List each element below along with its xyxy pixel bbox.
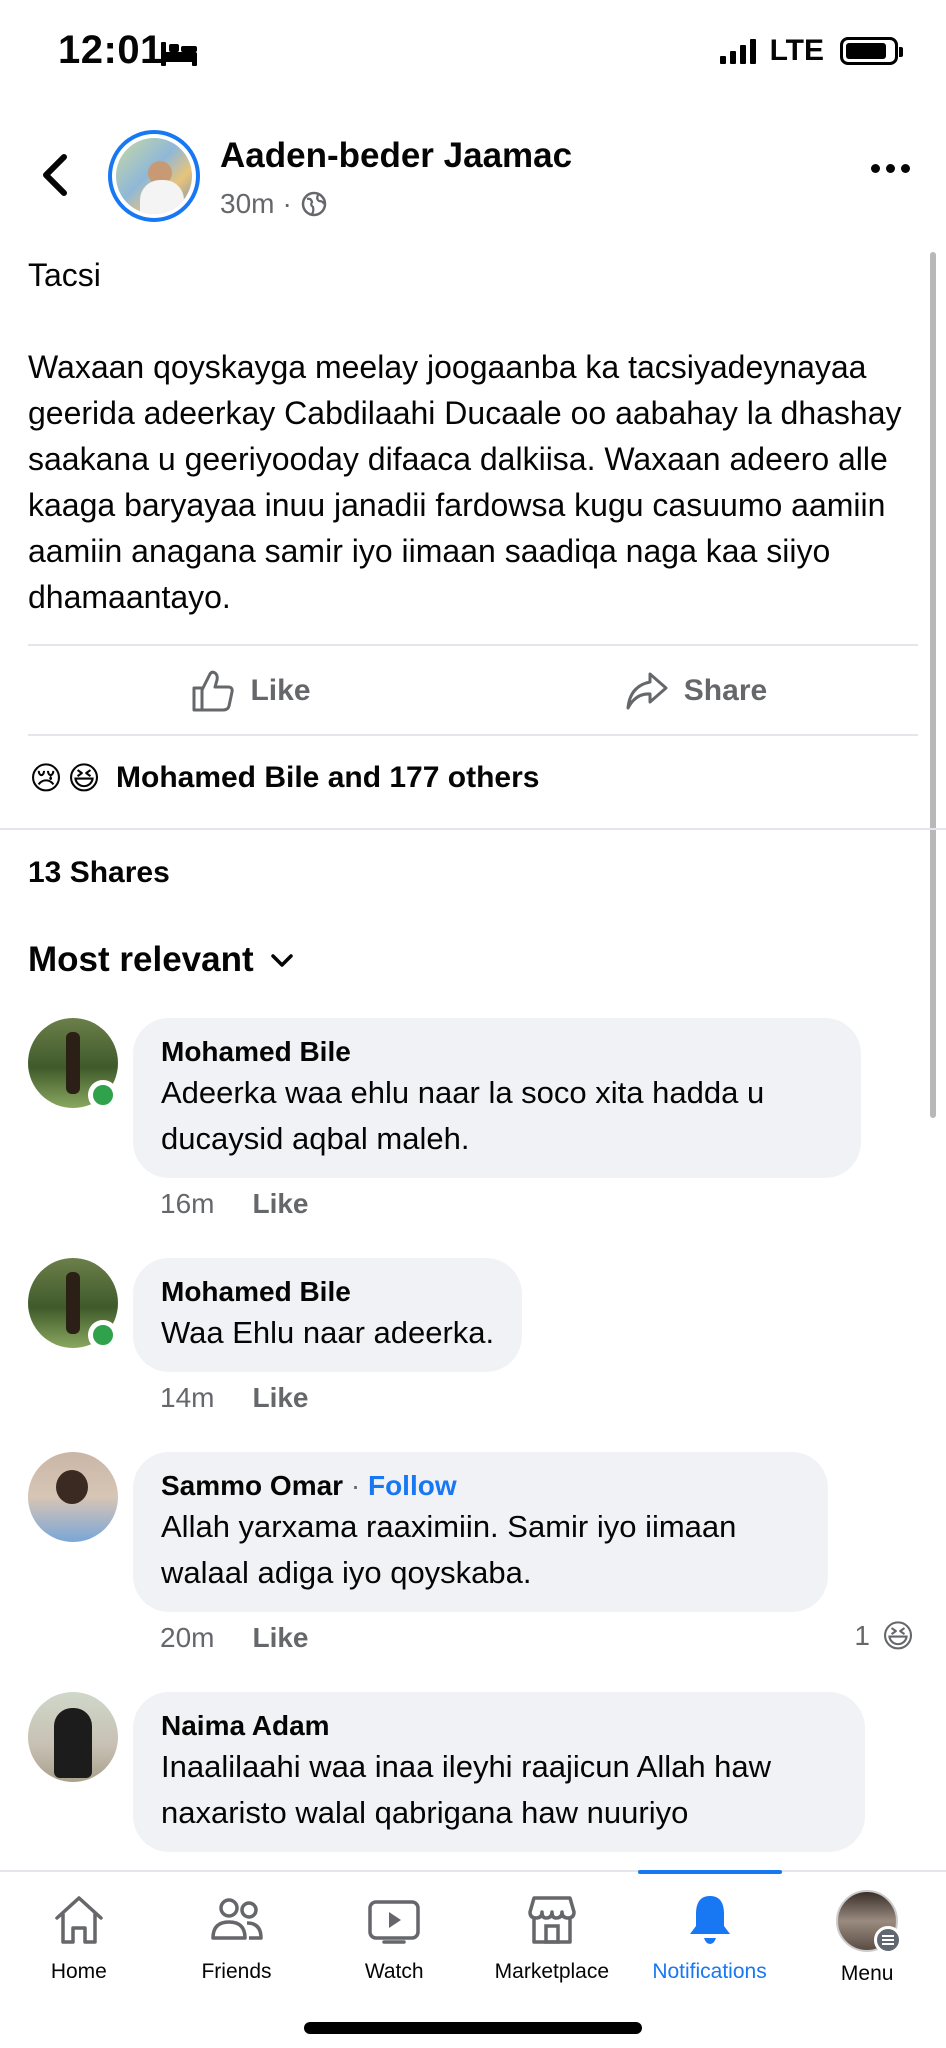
status-bar: 12:01 LTE [0, 0, 946, 110]
avatar [836, 1890, 903, 1954]
home-icon [55, 1896, 103, 1944]
marketplace-icon [528, 1896, 576, 1944]
post-time[interactable]: 30m [220, 188, 274, 220]
nav-label: Watch [364, 1960, 424, 1983]
comment-meta: 14m Like [160, 1382, 309, 1414]
thumbs-up-icon [192, 670, 235, 712]
post-title: Tacsi [28, 257, 101, 293]
nav-notifications[interactable]: Notifications [631, 1870, 789, 2002]
comment-bubble: Mohamed Bile Adeerka waa ehlu naar la so… [133, 1018, 861, 1178]
comment-like-button[interactable]: Like [252, 1188, 308, 1220]
divider [28, 734, 918, 736]
comment-meta: 16m Like [160, 1188, 309, 1220]
status-indicators: LTE [719, 34, 903, 68]
divider [28, 644, 918, 646]
nav-marketplace[interactable]: Marketplace [473, 1872, 631, 2002]
name-separator: · [350, 1470, 361, 1501]
share-icon [626, 672, 668, 710]
online-indicator [88, 1320, 118, 1350]
nav-menu[interactable]: Menu [788, 1872, 946, 2002]
nav-label: Marketplace [494, 1960, 610, 1983]
reactions-summary[interactable]: 😢 😆 Mohamed Bile and 177 others [26, 758, 539, 798]
comment-like-button[interactable]: Like [252, 1622, 308, 1654]
meta-separator: · [282, 188, 292, 219]
online-indicator [88, 1080, 118, 1110]
author-avatar[interactable] [108, 130, 200, 222]
haha-reaction-icon: 😆 [881, 1618, 915, 1654]
author-name[interactable]: Aaden-beder Jaamac [220, 136, 572, 176]
reactions-text: Mohamed Bile and 177 others [116, 761, 540, 794]
share-label: Share [683, 674, 768, 707]
more-options-button[interactable] [871, 164, 910, 173]
comment-bubble: Mohamed Bile Waa Ehlu naar adeerka. [133, 1258, 523, 1372]
avatar[interactable] [28, 1692, 118, 1782]
nav-label: Menu [840, 1962, 894, 1985]
nav-home[interactable]: Home [0, 1872, 158, 2002]
status-time: 12:01 [58, 28, 163, 72]
hamburger-icon [874, 1926, 903, 1954]
globe-icon [301, 191, 327, 217]
chevron-down-icon [270, 954, 293, 967]
shares-count[interactable]: 13 Shares [28, 856, 170, 890]
comment-reactions[interactable]: 1 😆 [854, 1616, 918, 1656]
comment-text: Allah yarxama raaximiin. Samir iyo iimaa… [161, 1509, 737, 1590]
bed-icon [161, 42, 197, 66]
comment-time: 16m [160, 1188, 215, 1219]
sort-dropdown[interactable]: Most relevant [28, 940, 296, 980]
comment-bubble: Naima Adam Inaalilaahi waa inaa ileyhi r… [133, 1692, 865, 1852]
comment-time: 20m [160, 1622, 215, 1653]
haha-reaction-icon: 😆 [67, 760, 101, 796]
nav-watch[interactable]: Watch [315, 1872, 473, 2002]
post-body: Tacsi Waxaan qoyskayga meelay joogaanba … [28, 252, 918, 620]
watch-icon [368, 1900, 420, 1944]
friends-icon [210, 1898, 263, 1940]
commenter-name[interactable]: Mohamed Bile [161, 1274, 494, 1310]
chevron-left-icon [43, 154, 67, 196]
nav-label: Friends [201, 1960, 272, 1983]
nav-label: Notifications [652, 1960, 767, 1983]
bell-icon [689, 1896, 730, 1944]
post-header: Aaden-beder Jaamac 30m · [0, 120, 946, 230]
comment-text: Adeerka waa ehlu naar la soco xita hadda… [161, 1075, 765, 1156]
commenter-name-row: Sammo Omar · Follow [161, 1468, 800, 1504]
share-button[interactable]: Share [473, 648, 918, 734]
post-actions: Like Share [28, 648, 918, 734]
comment-text: Waa Ehlu naar adeerka. [161, 1315, 495, 1350]
nav-label: Home [50, 1960, 107, 1983]
like-label: Like [250, 674, 311, 707]
signal-icon [719, 38, 756, 64]
sort-label: Most relevant [28, 940, 254, 979]
reaction-count: 1 [854, 1620, 870, 1651]
nav-friends[interactable]: Friends [158, 1872, 316, 2002]
comment-like-button[interactable]: Like [252, 1382, 308, 1414]
comment-bubble: Sammo Omar · Follow Allah yarxama raaxim… [133, 1452, 828, 1612]
scrollbar[interactable] [930, 252, 936, 1118]
bottom-nav: Home Friends Watch Marketplace Notificat… [0, 1870, 946, 2048]
back-button[interactable] [30, 150, 80, 200]
post-text: Waxaan qoyskayga meelay joogaanba ka tac… [28, 349, 902, 615]
follow-button[interactable]: Follow [368, 1470, 457, 1501]
battery-icon [840, 37, 903, 65]
commenter-name[interactable]: Sammo Omar [161, 1470, 343, 1501]
comment-text: Inaalilaahi waa inaa ileyhi raajicun All… [161, 1749, 772, 1830]
like-button[interactable]: Like [28, 648, 473, 734]
post-meta: 30m · [220, 188, 328, 220]
commenter-name[interactable]: Mohamed Bile [161, 1034, 833, 1070]
home-indicator [304, 2022, 642, 2034]
divider [0, 828, 946, 830]
sad-reaction-icon: 😢 [29, 760, 63, 796]
comment-time: 14m [160, 1382, 215, 1413]
network-label: LTE [769, 34, 824, 67]
avatar[interactable] [28, 1452, 118, 1542]
active-tab-indicator [637, 1870, 782, 1874]
comment-meta: 20m Like [160, 1622, 309, 1654]
commenter-name[interactable]: Naima Adam [161, 1708, 837, 1744]
